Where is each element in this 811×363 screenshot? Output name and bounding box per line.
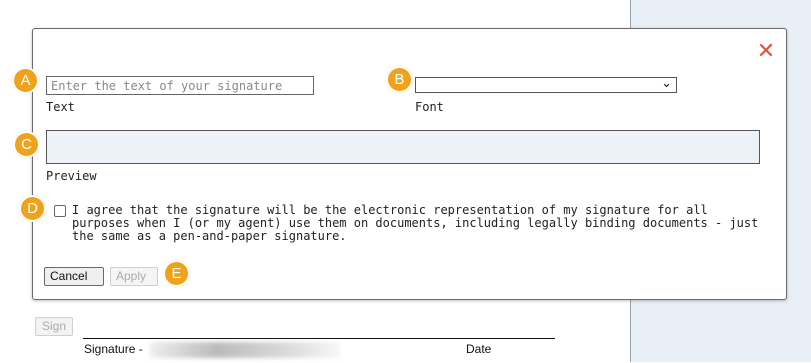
preview-label: Preview <box>46 169 97 183</box>
signature-text-input[interactable] <box>46 76 314 95</box>
sign-button[interactable]: Sign <box>35 317 73 336</box>
agreement-checkbox[interactable] <box>54 205 66 217</box>
signature-dialog: ✕ Text ⌄ Font Preview I agree that the s… <box>32 28 787 300</box>
cancel-button[interactable]: Cancel <box>44 267 104 286</box>
apply-button[interactable]: Apply <box>110 267 158 286</box>
marker-d: D <box>19 195 46 222</box>
signature-line <box>83 338 555 339</box>
signature-preview <box>46 130 760 164</box>
marker-a: A <box>12 67 39 94</box>
marker-b: B <box>386 66 413 93</box>
signature-label: Signature - <box>84 342 143 356</box>
date-label: Date <box>466 342 492 356</box>
close-icon[interactable]: ✕ <box>755 41 777 63</box>
agreement-text: I agree that the signature will be the e… <box>72 203 759 243</box>
marker-c: C <box>13 131 40 158</box>
marker-e: E <box>163 260 190 287</box>
font-label: Font <box>415 100 444 114</box>
chevron-down-icon: ⌄ <box>661 76 672 91</box>
font-select[interactable]: ⌄ <box>415 76 677 93</box>
text-label: Text <box>46 100 75 114</box>
redacted-name <box>150 342 340 358</box>
